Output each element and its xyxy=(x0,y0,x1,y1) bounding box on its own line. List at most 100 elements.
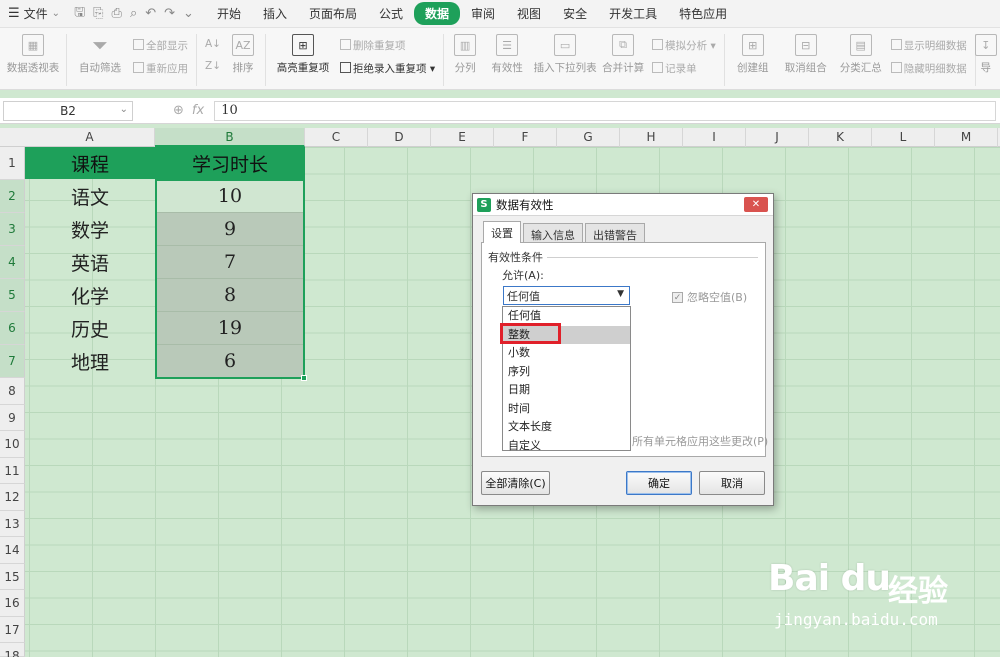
row-header-18[interactable]: 18 xyxy=(0,643,25,657)
cell-hours[interactable]: 8 xyxy=(157,279,303,312)
delete-duplicates-button[interactable]: 删除重复项 xyxy=(340,38,435,53)
column-header-g[interactable]: G xyxy=(557,128,620,147)
reject-duplicates-button[interactable]: 拒绝录入重复项 ▾ xyxy=(340,61,435,76)
show-all-button[interactable]: 全部显示 xyxy=(133,38,188,53)
row-header-2[interactable]: 2 xyxy=(0,180,25,213)
row-header-3[interactable]: 3 xyxy=(0,213,25,246)
option-integer[interactable]: 整数 xyxy=(503,325,630,344)
tab-insert[interactable]: 插入 xyxy=(252,2,298,25)
tab-input-message[interactable]: 输入信息 xyxy=(523,223,583,243)
option-decimal[interactable]: 小数 xyxy=(503,344,630,363)
cell-course[interactable]: 英语 xyxy=(25,246,155,279)
cell-a1-header[interactable]: 课程 xyxy=(25,147,155,179)
row-header-13[interactable]: 13 xyxy=(0,510,25,537)
option-time[interactable]: 时间 xyxy=(503,400,630,419)
tab-developer[interactable]: 开发工具 xyxy=(598,2,668,25)
cell-course[interactable]: 历史 xyxy=(25,312,155,345)
cell-hours[interactable]: 6 xyxy=(157,345,303,378)
fx-icon[interactable]: fx xyxy=(192,103,204,118)
row-header-9[interactable]: 9 xyxy=(0,404,25,431)
row-header-7[interactable]: 7 xyxy=(0,345,25,378)
save-icon[interactable]: 🖫 xyxy=(74,3,85,25)
chevron-down-icon[interactable]: ⌄ xyxy=(120,104,128,115)
fill-handle[interactable] xyxy=(301,375,307,381)
pivot-table-button[interactable]: ▦ 数据透视表 xyxy=(4,34,62,75)
cell-course[interactable]: 化学 xyxy=(25,279,155,312)
close-button[interactable]: ✕ xyxy=(744,197,768,212)
column-header-i[interactable]: I xyxy=(683,128,746,147)
print-icon[interactable]: ⎙ xyxy=(112,6,122,21)
format-painter-icon[interactable]: ⎘ xyxy=(93,6,103,21)
cell-hours[interactable]: 10 xyxy=(157,180,303,213)
formula-input[interactable]: 10 xyxy=(214,100,996,121)
tab-view[interactable]: 视图 xyxy=(506,2,552,25)
option-date[interactable]: 日期 xyxy=(503,381,630,400)
cell-hours[interactable]: 7 xyxy=(157,246,303,279)
row-header-11[interactable]: 11 xyxy=(0,457,25,484)
row-header-14[interactable]: 14 xyxy=(0,537,25,564)
tab-error-alert[interactable]: 出错警告 xyxy=(585,223,645,243)
redo-icon[interactable]: ↷ xyxy=(164,6,175,21)
cell-hours[interactable]: 9 xyxy=(157,213,303,246)
simulation-button[interactable]: 模拟分析 ▾ xyxy=(652,38,716,53)
tab-formulas[interactable]: 公式 xyxy=(368,2,414,25)
ungroup-button[interactable]: ⊟ 取消组合 xyxy=(777,34,835,75)
tab-page-layout[interactable]: 页面布局 xyxy=(298,2,368,25)
reapply-button[interactable]: 重新应用 xyxy=(133,61,188,76)
subtotal-button[interactable]: ▤ 分类汇总 xyxy=(835,34,887,75)
cell-course[interactable]: 数学 xyxy=(25,213,155,246)
row-header-8[interactable]: 8 xyxy=(0,378,25,405)
consolidate-button[interactable]: ⧉ 合并计算 xyxy=(598,34,648,75)
row-header-16[interactable]: 16 xyxy=(0,590,25,617)
cell-hours[interactable]: 19 xyxy=(157,312,303,345)
row-header-4[interactable]: 4 xyxy=(0,246,25,279)
dropdown-arrow-icon[interactable]: ▼ xyxy=(617,289,624,299)
tab-review[interactable]: 审阅 xyxy=(460,2,506,25)
row-header-1[interactable]: 1 xyxy=(0,147,25,180)
sort-desc-icon[interactable]: Z↓ xyxy=(205,60,221,72)
column-header-a[interactable]: A xyxy=(25,128,155,147)
undo-icon[interactable]: ↶ xyxy=(145,6,156,21)
record-button[interactable]: 记录单 xyxy=(652,61,716,76)
row-header-6[interactable]: 6 xyxy=(0,312,25,345)
clear-all-button[interactable]: 全部清除(C) xyxy=(481,471,550,495)
zoom-search-icon[interactable]: ⊕ xyxy=(173,103,184,118)
option-text-length[interactable]: 文本长度 xyxy=(503,418,630,437)
customize-icon[interactable]: ⌄ xyxy=(183,6,194,21)
column-header-j[interactable]: J xyxy=(746,128,809,147)
cell-b1-header[interactable]: 学习时长 xyxy=(155,147,305,179)
insert-dropdown-button[interactable]: ▭ 插入下拉列表 xyxy=(532,34,598,75)
highlight-duplicates-button[interactable]: ⊞ 高亮重复项 xyxy=(270,34,336,75)
column-header-f[interactable]: F xyxy=(494,128,557,147)
row-header-12[interactable]: 12 xyxy=(0,484,25,511)
column-header-e[interactable]: E xyxy=(431,128,494,147)
option-any-value[interactable]: 任何值 xyxy=(503,307,630,326)
tab-home[interactable]: 开始 xyxy=(206,2,252,25)
column-header-k[interactable]: K xyxy=(809,128,872,147)
tab-data[interactable]: 数据 xyxy=(414,2,461,25)
tab-features[interactable]: 特色应用 xyxy=(668,2,738,25)
split-column-button[interactable]: ▥ 分列 xyxy=(448,34,482,75)
validity-button[interactable]: ☰ 有效性 xyxy=(482,34,532,75)
column-header-h[interactable]: H xyxy=(620,128,683,147)
ignore-blank-checkbox[interactable]: ✓ 忽略空值(B) xyxy=(672,289,747,305)
ok-button[interactable]: 确定 xyxy=(626,471,692,495)
column-header-c[interactable]: C xyxy=(305,128,368,147)
hide-detail-button[interactable]: 隐藏明细数据 xyxy=(890,61,967,76)
cell-course[interactable]: 语文 xyxy=(25,180,155,213)
autofilter-button[interactable]: ⏷ 自动筛选 xyxy=(71,33,129,75)
column-header-d[interactable]: D xyxy=(368,128,431,147)
row-header-5[interactable]: 5 xyxy=(0,279,25,312)
cell-course[interactable]: 地理 xyxy=(25,345,155,378)
column-header-l[interactable]: L xyxy=(872,128,935,147)
import-button[interactable]: ↧ 导 xyxy=(974,34,997,75)
option-sequence[interactable]: 序列 xyxy=(503,363,630,382)
tab-security[interactable]: 安全 xyxy=(552,2,598,25)
row-header-10[interactable]: 10 xyxy=(0,431,25,458)
sort-asc-icon[interactable]: A↓ xyxy=(205,38,221,50)
row-header-15[interactable]: 15 xyxy=(0,563,25,590)
name-box[interactable]: B2 ⌄ xyxy=(3,100,133,121)
show-detail-button[interactable]: 显示明细数据 xyxy=(890,38,967,53)
row-header-17[interactable]: 17 xyxy=(0,616,25,643)
create-group-button[interactable]: ⊞ 创建组 xyxy=(729,34,777,75)
